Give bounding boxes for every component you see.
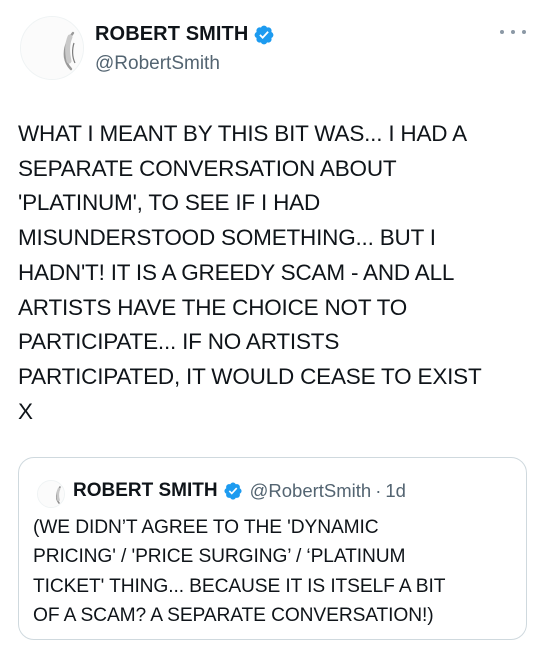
verified-badge-icon[interactable] xyxy=(253,24,275,46)
quoted-tweet-text: (WE DIDN’T AGREE TO THE 'DYNAMIC PRICING… xyxy=(33,517,446,626)
quoted-author-display-name: ROBERT SMITH xyxy=(73,480,218,501)
quoted-tweet[interactable]: ROBERT SMITH @RobertSmith · 1d (WE DIDN’… xyxy=(18,457,527,640)
quoted-author-row: ROBERT SMITH @RobertSmith · 1d xyxy=(73,480,406,502)
quoted-author-handle: @RobertSmith xyxy=(249,480,372,501)
author-handle[interactable]: @RobertSmith xyxy=(95,53,220,75)
separator-dot: · xyxy=(375,480,382,501)
quoted-timestamp[interactable]: 1d xyxy=(385,480,406,502)
more-options-icon[interactable] xyxy=(500,22,526,42)
verified-badge-icon xyxy=(223,481,243,501)
tweet: ROBERT SMITH @RobertSmith WHAT I MEANT B… xyxy=(0,0,540,654)
author-display-name[interactable]: ROBERT SMITH xyxy=(95,23,248,46)
author-avatar[interactable] xyxy=(20,16,84,80)
tweet-text: WHAT I MEANT BY THIS BIT WAS... I HAD A … xyxy=(18,121,482,424)
author-name-row: ROBERT SMITH xyxy=(95,23,275,46)
profile-avatar-image xyxy=(21,17,83,79)
quoted-author-avatar xyxy=(37,480,65,508)
